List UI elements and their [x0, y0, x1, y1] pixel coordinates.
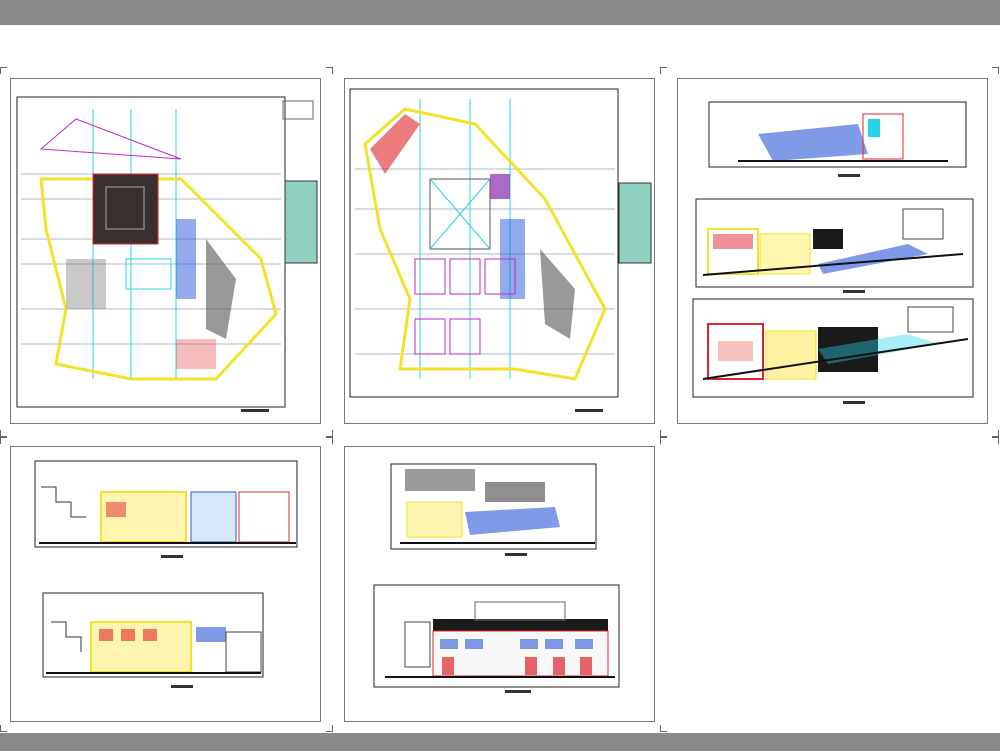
corner-mark [0, 430, 7, 437]
corner-mark [0, 437, 7, 444]
sheet-floor-plan-2[interactable] [344, 78, 655, 424]
corner-mark [660, 67, 667, 74]
drawing-canvas[interactable] [0, 25, 1000, 733]
sheet-sections-2[interactable] [10, 446, 321, 722]
corner-mark [660, 437, 667, 444]
corner-mark [660, 430, 667, 437]
sections-2-drawing [34, 460, 298, 688]
section-elevation-drawing [373, 463, 620, 693]
floor-plan-2-drawing [349, 88, 652, 412]
corner-mark [992, 430, 999, 437]
sections-1-drawing [692, 101, 974, 404]
corner-mark [326, 430, 333, 437]
corner-mark [660, 725, 667, 732]
bottom-statusbar [0, 733, 1000, 751]
top-toolbar [0, 0, 1000, 25]
sheet-floor-plan-1[interactable] [10, 78, 321, 424]
sheet-sections-1[interactable] [677, 78, 988, 424]
corner-mark [0, 725, 7, 732]
corner-mark [326, 725, 333, 732]
corner-mark [992, 67, 999, 74]
corner-mark [992, 437, 999, 444]
sheet-section-elevation[interactable] [344, 446, 655, 722]
floor-plan-1-drawing [16, 96, 318, 412]
corner-mark [326, 437, 333, 444]
corner-mark [0, 67, 7, 74]
corner-mark [326, 67, 333, 74]
